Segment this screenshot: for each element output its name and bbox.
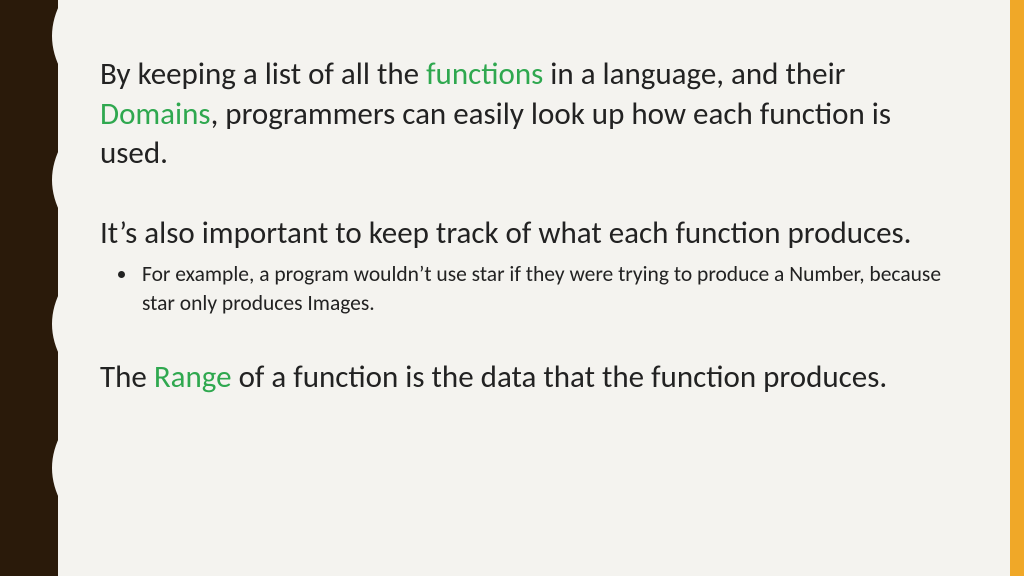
text-segment: The [100,358,154,396]
highlight-domains: Domains [100,95,211,133]
left-decor-bar [0,0,58,576]
highlight-range: Range [154,358,232,396]
text-segment: of a function is the data that the funct… [232,358,888,396]
bullet-list: For example, a program wouldn’t use star… [100,260,960,318]
paragraph-functions-domains: By keeping a list of all the functions i… [100,55,960,174]
slide-content: By keeping a list of all the functions i… [100,55,960,397]
right-decor-bar [1010,0,1024,576]
list-item: For example, a program wouldn’t use star… [138,260,960,318]
text-segment: By keeping a list of all the [100,55,426,93]
highlight-functions: functions [426,55,543,93]
paragraph-produces: It’s also important to keep track of wha… [100,214,960,254]
text-segment: in a language, and their [543,55,845,93]
paragraph-range: The Range of a function is the data that… [100,358,960,398]
text-segment: , programmers can easily look up how eac… [100,95,891,173]
